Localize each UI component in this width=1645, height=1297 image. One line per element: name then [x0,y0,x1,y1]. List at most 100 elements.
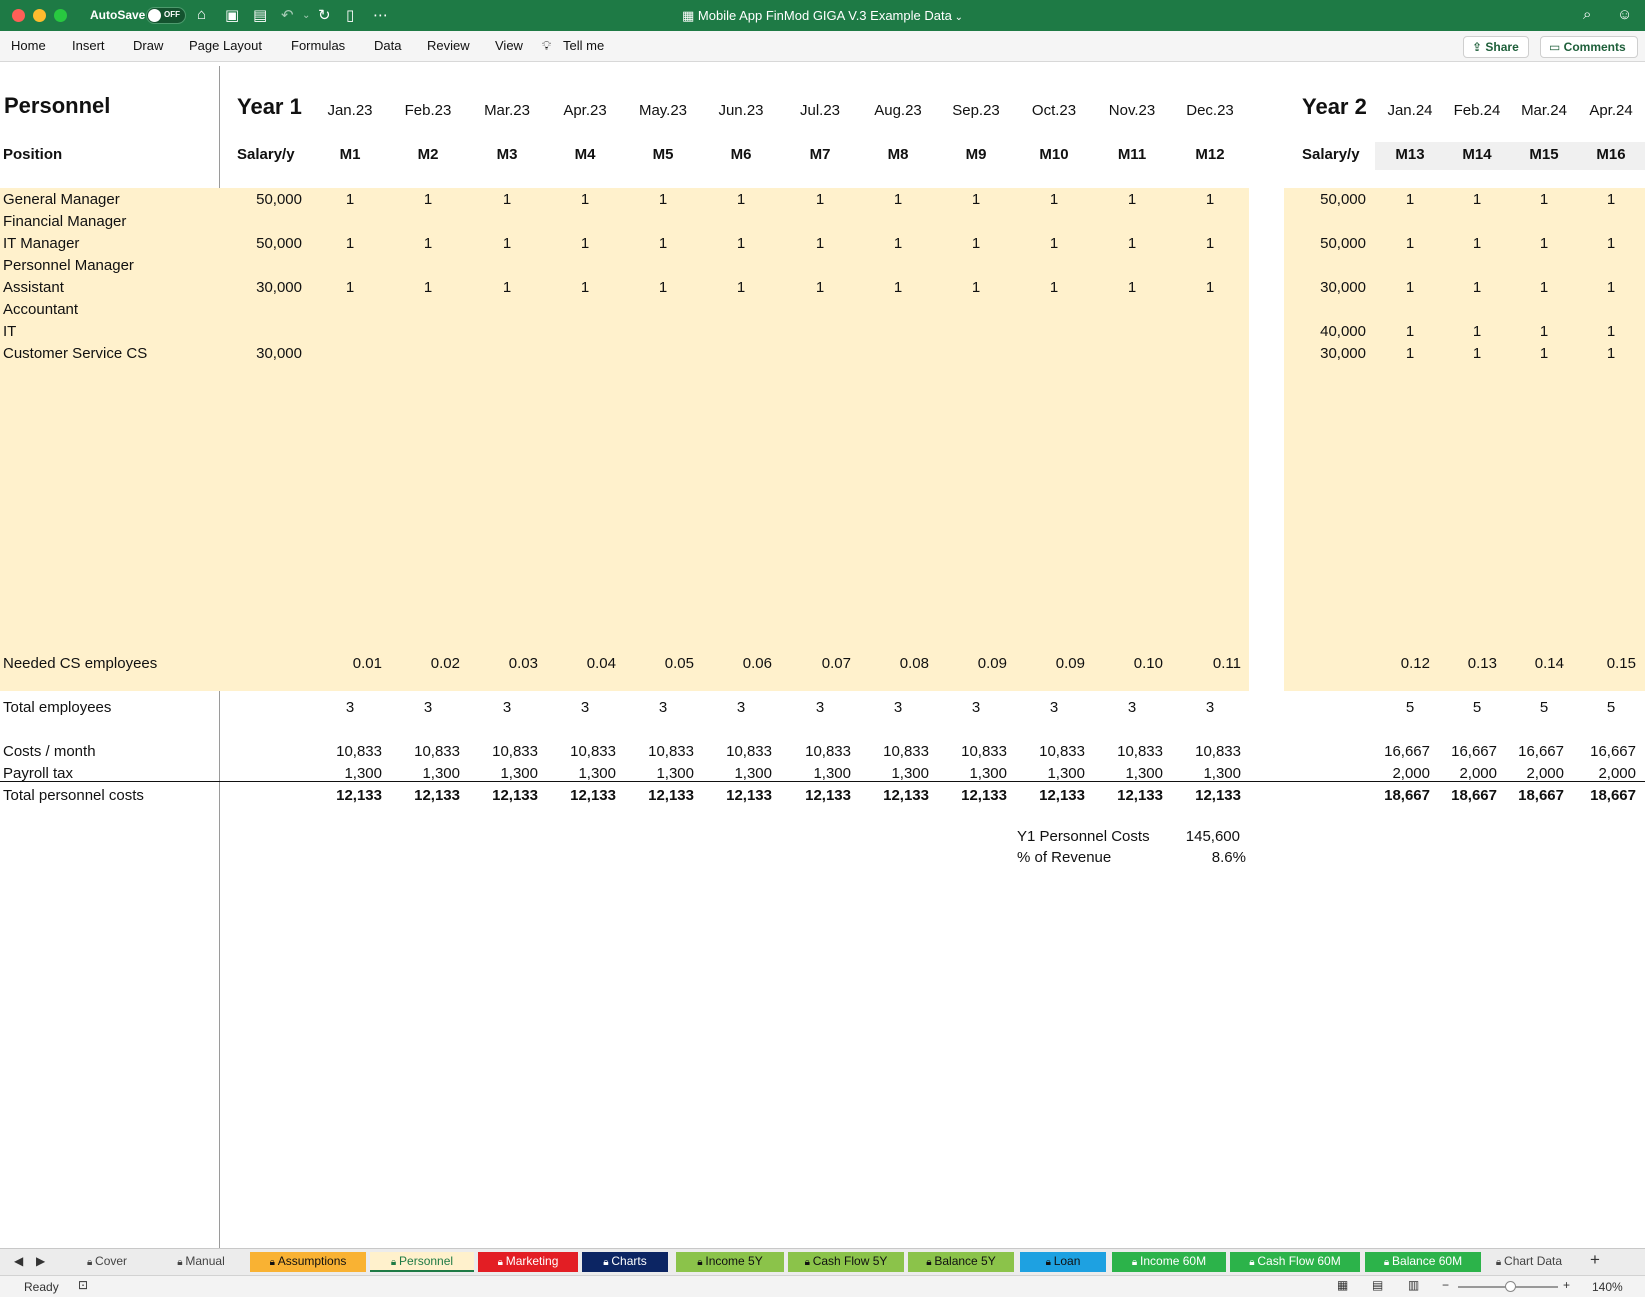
headcount-cell[interactable]: 1 [545,278,625,298]
summary-cell[interactable]: 10,833 [839,742,929,762]
summary-cell[interactable]: 12,133 [1073,786,1163,806]
summary-cell[interactable]: 10,833 [526,742,616,762]
year2-label[interactable]: Year 2 [1302,93,1367,121]
sheet-tab-manual[interactable]: 🔒︎ Manual [155,1252,247,1272]
summary-cell[interactable]: 10,833 [995,742,1085,762]
tab-view[interactable]: View [495,38,523,53]
sheet-tab-charts[interactable]: 🔒︎ Charts [582,1252,668,1272]
summary-cell[interactable]: 3 [936,698,1016,718]
salary-cell[interactable]: 50,000 [1276,234,1366,254]
year1-salary-header[interactable]: Salary/y [237,145,295,165]
position-name[interactable]: Accountant [3,300,78,320]
sheet-tab-balance-5y[interactable]: 🔒︎ Balance 5Y [908,1252,1014,1272]
zoom-out-icon[interactable]: − [1442,1278,1449,1292]
summary-cell[interactable]: 3 [858,698,938,718]
headcount-cell[interactable]: 1 [1014,234,1094,254]
headcount-cell[interactable]: 1 [1014,190,1094,210]
month-code-header[interactable]: M4 [545,145,625,165]
tell-me-search[interactable]: Tell me [563,38,604,53]
month-header[interactable]: Oct.23 [1014,101,1094,121]
tab-draw[interactable]: Draw [133,38,163,53]
comments-button[interactable]: ▭ Comments [1540,36,1638,58]
summary-cell[interactable]: 3 [545,698,625,718]
summary-cell[interactable]: 12,133 [604,786,694,806]
tab-data[interactable]: Data [374,38,401,53]
month-header[interactable]: Sep.23 [936,101,1016,121]
sheet-tab-cover[interactable]: 🔒︎ Cover [62,1252,152,1272]
account-icon[interactable]: ☺ [1617,6,1632,23]
summary-label[interactable]: Total personnel costs [3,786,144,806]
summary-cell[interactable]: 3 [701,698,781,718]
headcount-cell[interactable]: 1 [310,190,390,210]
position-name[interactable]: IT Manager [3,234,79,254]
tab-page-layout[interactable]: Page Layout [189,38,262,53]
summary-cell[interactable]: 0.10 [1073,654,1163,674]
summary-cell[interactable]: 3 [467,698,547,718]
sheet-tab-income-5y[interactable]: 🔒︎ Income 5Y [676,1252,784,1272]
headcount-cell[interactable]: 1 [936,234,1016,254]
headcount-cell[interactable]: 1 [467,278,547,298]
salary-cell[interactable]: 50,000 [212,190,302,210]
headcount-cell[interactable]: 1 [388,234,468,254]
month-header[interactable]: Apr.24 [1571,101,1645,121]
sheet-tab-cash-flow-60m[interactable]: 🔒︎ Cash Flow 60M [1230,1252,1360,1272]
summary-cell[interactable]: 10,833 [1073,742,1163,762]
headcount-cell[interactable]: 1 [1014,278,1094,298]
revenue-percent-label[interactable]: % of Revenue [1017,848,1111,868]
headcount-cell[interactable]: 1 [388,278,468,298]
sheet-tab-assumptions[interactable]: 🔒︎ Assumptions [250,1252,366,1272]
headcount-cell[interactable]: 1 [701,190,781,210]
month-code-header[interactable]: M6 [701,145,781,165]
headcount-cell[interactable]: 1 [858,190,938,210]
tab-home[interactable]: Home [11,38,46,53]
summary-cell[interactable]: 10,833 [292,742,382,762]
month-header[interactable]: Jul.23 [780,101,860,121]
summary-cell[interactable]: 0.15 [1546,654,1636,674]
salary-cell[interactable]: 30,000 [1276,344,1366,364]
summary-cell[interactable]: 18,667 [1546,786,1636,806]
summary-cell[interactable]: 3 [623,698,703,718]
headcount-cell[interactable]: 1 [623,190,703,210]
year2-salary-header[interactable]: Salary/y [1302,145,1360,165]
month-header[interactable]: Jun.23 [701,101,781,121]
headcount-cell[interactable]: 1 [936,190,1016,210]
summary-cell[interactable]: 3 [310,698,390,718]
sheet-tab-chart-data[interactable]: 🔒︎ Chart Data [1487,1252,1571,1272]
salary-cell[interactable]: 50,000 [212,234,302,254]
sheet-tab-income-60m[interactable]: 🔒︎ Income 60M [1112,1252,1226,1272]
headcount-cell[interactable]: 1 [545,190,625,210]
headcount-cell[interactable]: 1 [858,278,938,298]
position-name[interactable]: Customer Service CS [3,344,147,364]
normal-view-icon[interactable]: ▦ [1337,1278,1348,1292]
y1-costs-value[interactable]: 145,600 [1140,827,1240,847]
summary-cell[interactable]: 3 [780,698,860,718]
sheet-tab-cash-flow-5y[interactable]: 🔒︎ Cash Flow 5Y [788,1252,904,1272]
zoom-slider-handle[interactable] [1505,1281,1516,1292]
position-name[interactable]: General Manager [3,190,120,210]
summary-cell[interactable]: 10,833 [917,742,1007,762]
month-code-header[interactable]: M8 [858,145,938,165]
summary-label[interactable]: Total employees [3,698,111,718]
summary-cell[interactable]: 12,133 [682,786,772,806]
summary-cell[interactable]: 0.01 [292,654,382,674]
month-code-header[interactable]: M12 [1170,145,1250,165]
position-name[interactable]: Personnel Manager [3,256,134,276]
summary-cell[interactable]: 12,133 [1151,786,1241,806]
summary-cell[interactable]: 10,833 [682,742,772,762]
sheet-tab-balance-60m[interactable]: 🔒︎ Balance 60M [1365,1252,1481,1272]
month-code-header[interactable]: M2 [388,145,468,165]
position-name[interactable]: Financial Manager [3,212,126,232]
tab-formulas[interactable]: Formulas [291,38,345,53]
summary-cell[interactable]: 12,133 [292,786,382,806]
summary-cell[interactable]: 12,133 [448,786,538,806]
month-code-header[interactable]: M10 [1014,145,1094,165]
summary-cell[interactable]: 0.04 [526,654,616,674]
headcount-cell[interactable]: 1 [1170,234,1250,254]
sheet-tab-personnel[interactable]: 🔒︎ Personnel [370,1252,474,1272]
month-code-header[interactable]: M16 [1571,145,1645,165]
month-header[interactable]: Jan.23 [310,101,390,121]
headcount-cell[interactable]: 1 [780,234,860,254]
month-header[interactable]: Feb.23 [388,101,468,121]
month-header[interactable]: Aug.23 [858,101,938,121]
summary-cell[interactable]: 12,133 [917,786,1007,806]
